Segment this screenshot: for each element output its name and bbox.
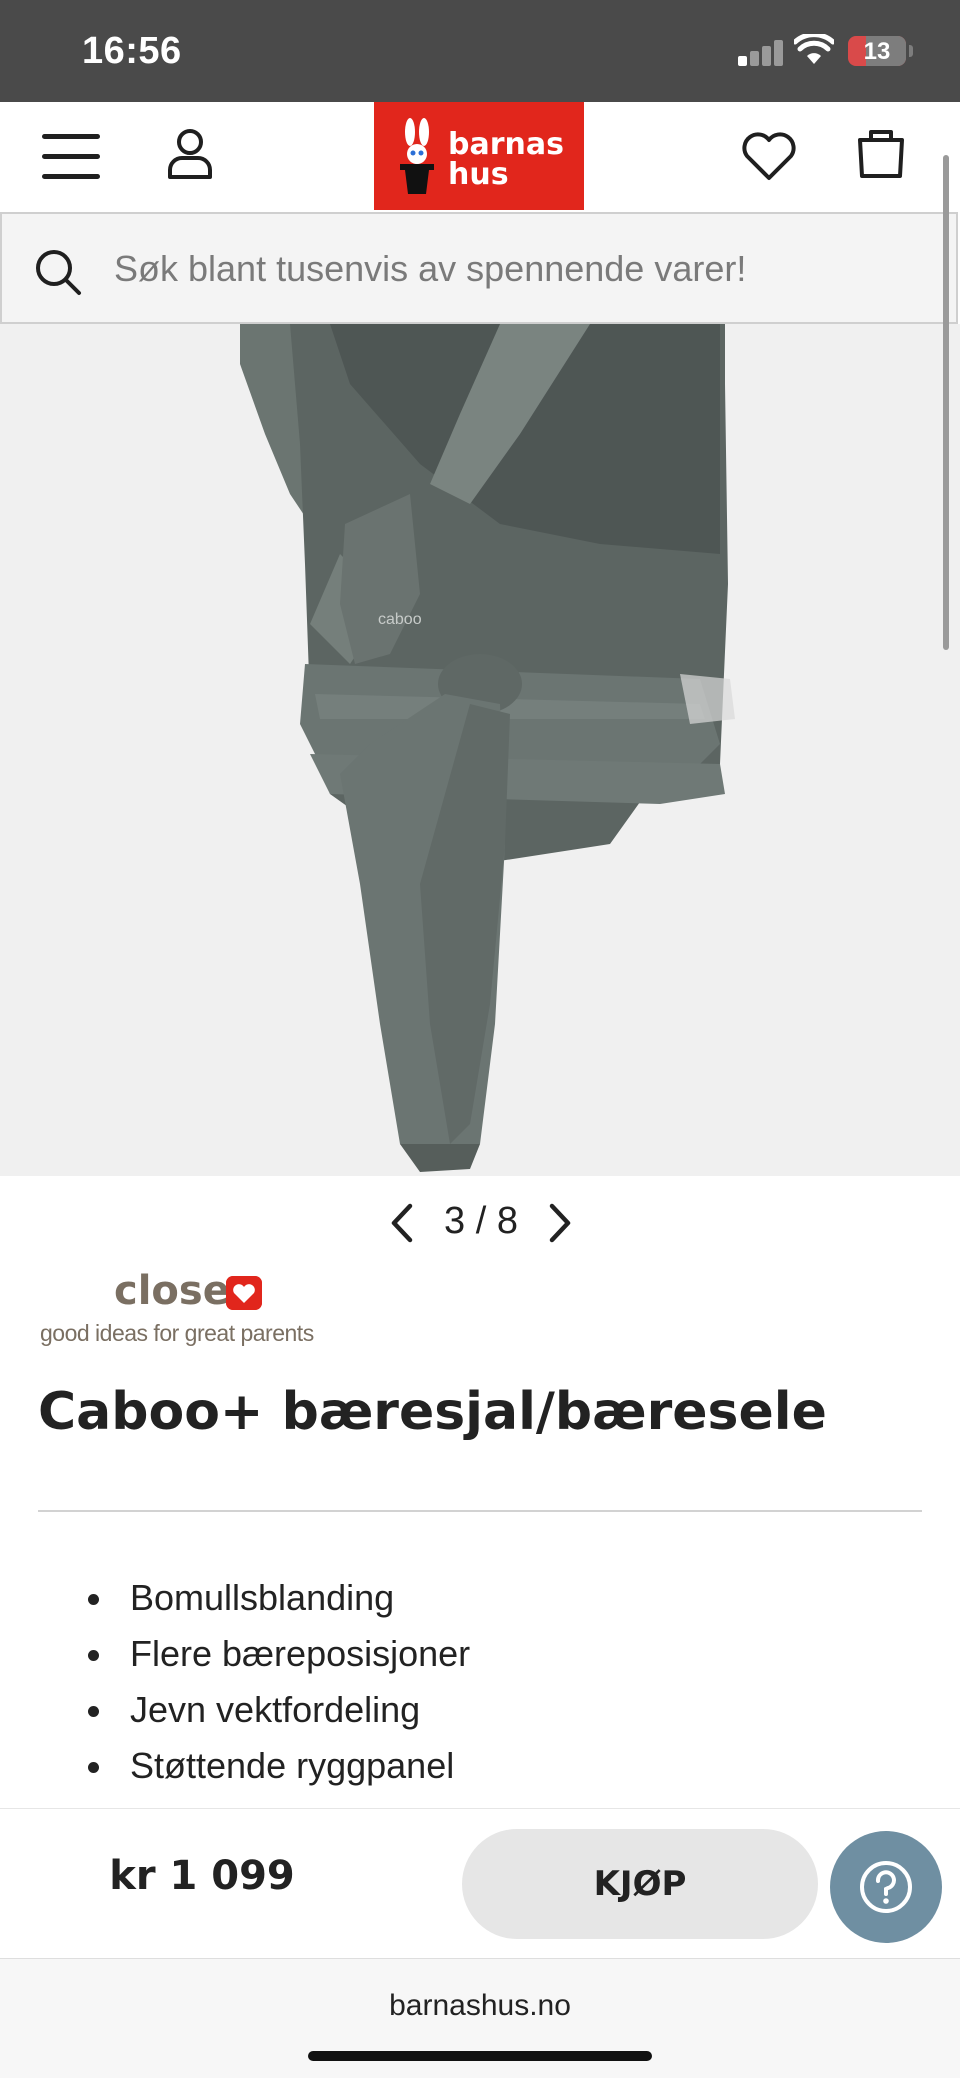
svg-text:caboo: caboo xyxy=(378,611,422,628)
baby-carrier-image: caboo xyxy=(0,324,960,1176)
logo-text: barnas hus xyxy=(448,130,564,190)
home-indicator[interactable] xyxy=(308,2051,652,2061)
buy-bar: kr 1 099 KJØP xyxy=(0,1808,960,1958)
wifi-icon xyxy=(794,34,834,64)
chevron-right-icon[interactable] xyxy=(544,1202,574,1244)
buy-button[interactable]: KJØP xyxy=(462,1829,818,1939)
feature-item: Flere bæreposisjoner xyxy=(88,1626,908,1682)
feature-text: Jevn vektfordeling xyxy=(130,1689,421,1730)
image-pager: 3 / 8 xyxy=(0,1196,960,1252)
divider xyxy=(38,1510,922,1512)
brand-name: close xyxy=(114,1268,230,1314)
question-icon xyxy=(860,1861,912,1913)
url-bar[interactable]: barnashus.no xyxy=(0,1989,960,2023)
bullet-icon xyxy=(88,1706,99,1717)
site-header: barnas hus xyxy=(0,102,960,212)
bullet-icon xyxy=(88,1594,99,1605)
feature-text: Bomullsblanding xyxy=(130,1577,395,1618)
product-title: Caboo+ bæresjal/bæresele xyxy=(38,1382,827,1442)
search-bar[interactable] xyxy=(0,212,958,324)
bunny-hat-icon xyxy=(400,118,434,194)
brand-logo[interactable]: close good ideas for great parents xyxy=(40,1268,360,1358)
feature-item: Jevn vektfordeling xyxy=(88,1682,908,1738)
menu-icon[interactable] xyxy=(42,134,100,180)
battery-icon: 13 xyxy=(848,36,906,66)
bullet-icon xyxy=(88,1762,99,1773)
user-icon[interactable] xyxy=(166,128,214,180)
pager-counter: 3 / 8 xyxy=(444,1200,518,1242)
feature-text: Støttende ryggpanel xyxy=(130,1745,455,1786)
search-input[interactable] xyxy=(114,244,934,294)
product-image[interactable]: caboo xyxy=(0,324,960,1176)
battery-tip xyxy=(909,45,913,57)
feature-item: Bomullsblanding xyxy=(88,1570,908,1626)
feature-list: Bomullsblanding Flere bæreposisjoner Jev… xyxy=(88,1570,908,1794)
heart-icon[interactable] xyxy=(740,130,798,182)
brand-tagline: good ideas for great parents xyxy=(40,1320,314,1346)
status-bar: 16:56 13 xyxy=(0,0,960,102)
search-icon[interactable] xyxy=(34,248,82,296)
site-logo[interactable]: barnas hus xyxy=(374,102,584,210)
battery-level: 13 xyxy=(863,38,891,65)
feature-item: Støttende ryggpanel xyxy=(88,1738,908,1794)
feature-text: Flere bæreposisjoner xyxy=(130,1633,471,1674)
browser-bar: barnashus.no xyxy=(0,1958,960,2078)
signal-icon xyxy=(738,40,784,66)
chevron-left-icon[interactable] xyxy=(388,1202,418,1244)
product-price: kr 1 099 xyxy=(109,1853,295,1899)
bullet-icon xyxy=(88,1650,99,1661)
status-time: 16:56 xyxy=(82,30,182,72)
logo-line-1: barnas xyxy=(448,127,564,162)
brand-heart-icon xyxy=(226,1276,262,1310)
bag-icon[interactable] xyxy=(856,126,906,180)
page-scrollbar[interactable] xyxy=(943,155,949,650)
help-button[interactable] xyxy=(830,1831,942,1943)
logo-line-2: hus xyxy=(448,157,509,192)
